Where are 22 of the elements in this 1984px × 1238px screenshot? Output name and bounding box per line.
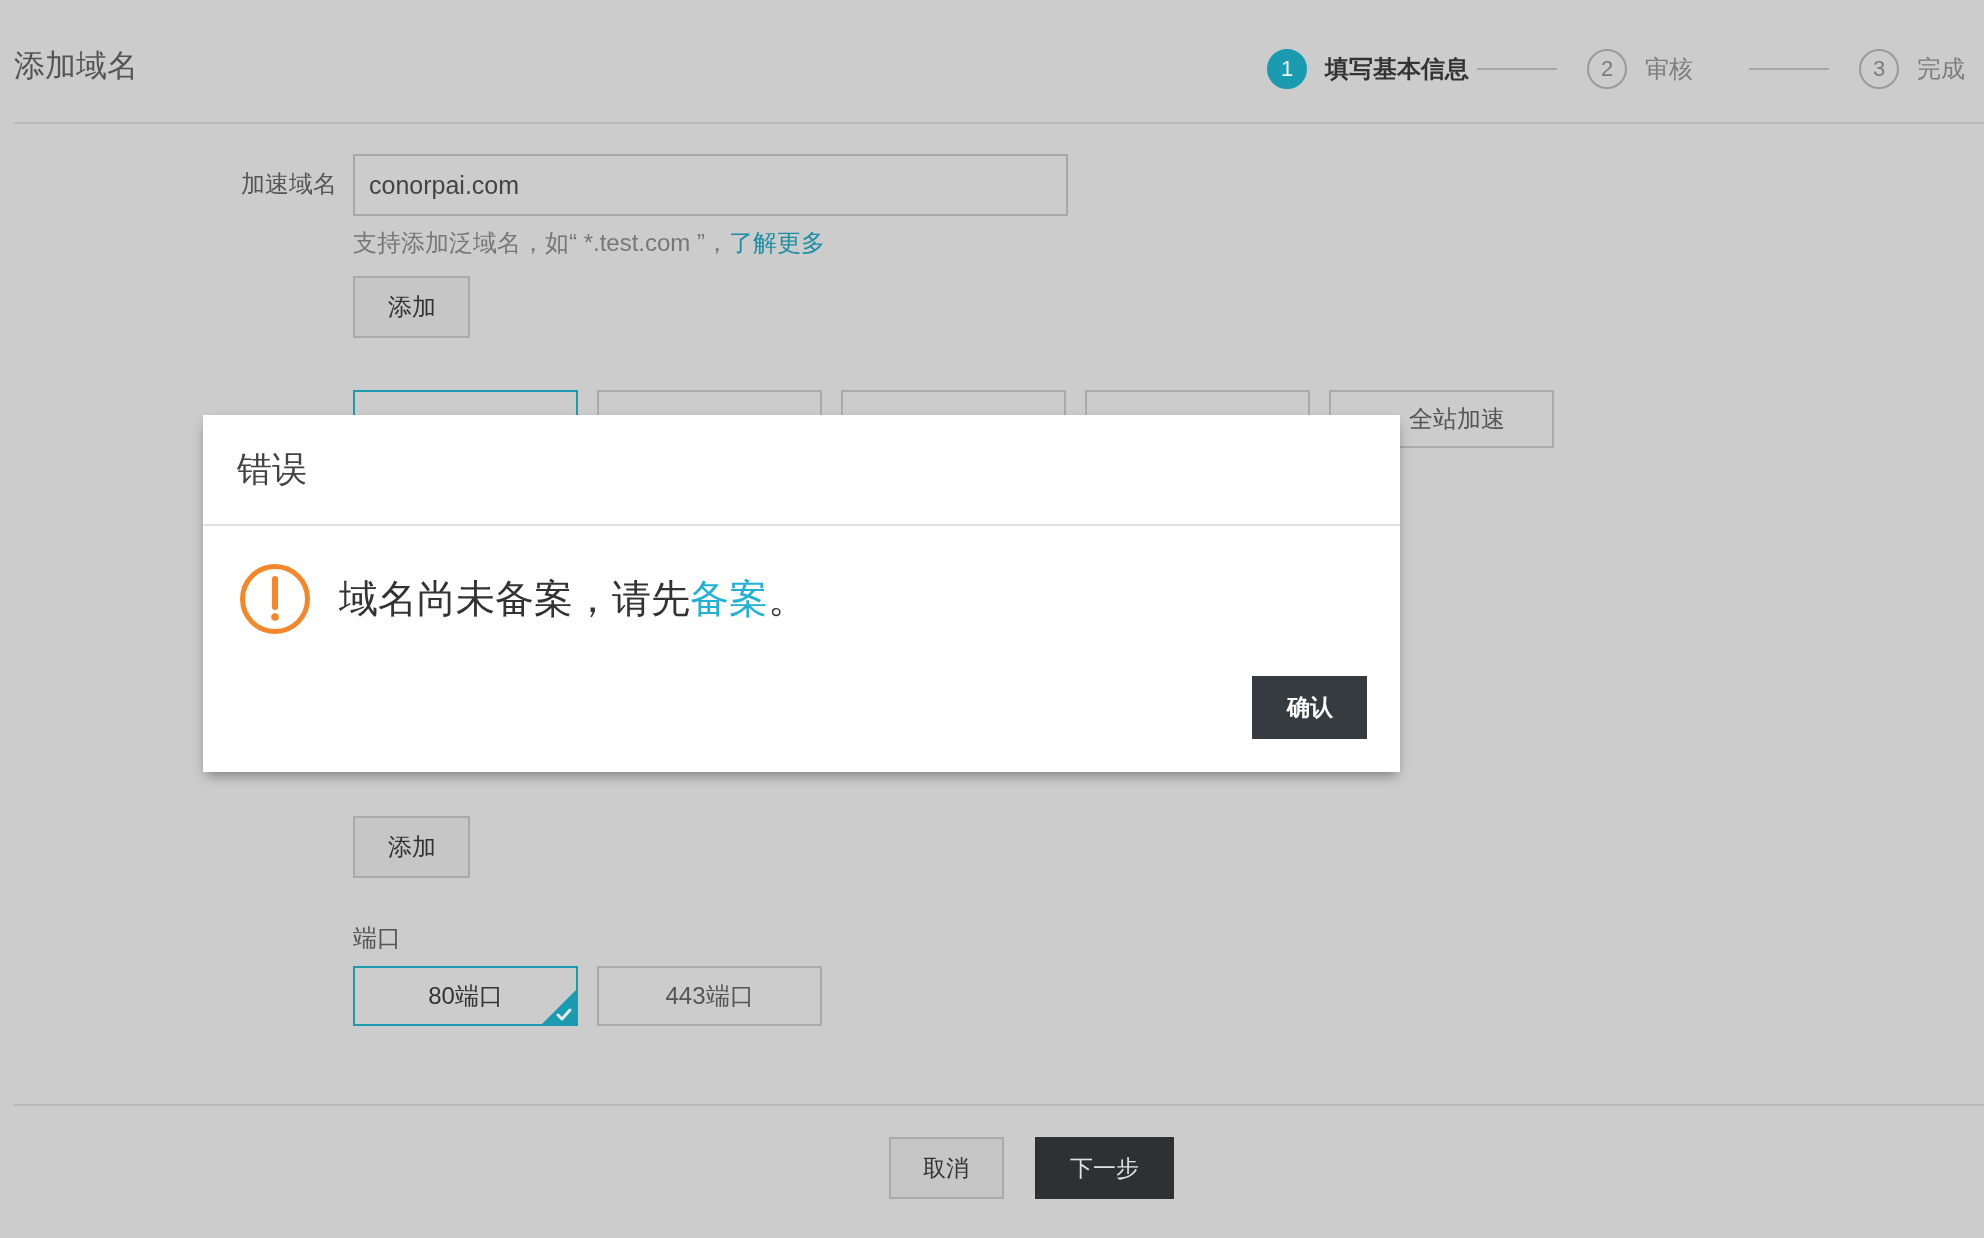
- cancel-button[interactable]: 取消: [888, 1137, 1004, 1199]
- port-option[interactable]: 80端口: [353, 966, 578, 1026]
- check-corner-icon: [542, 990, 576, 1024]
- page-title: 添加域名: [14, 47, 138, 85]
- add-button[interactable]: 添加: [353, 276, 470, 338]
- dialog-title: 错误: [237, 448, 307, 490]
- add-button[interactable]: 添加: [353, 816, 470, 878]
- step-number: 3: [1859, 49, 1899, 89]
- step-label: 完成: [1917, 55, 1965, 83]
- field-label: 加速域名: [241, 170, 337, 198]
- step-label: 审核: [1645, 55, 1694, 83]
- confirm-button[interactable]: 确认: [1252, 676, 1367, 739]
- step-number: 1: [1267, 49, 1307, 89]
- domain-input[interactable]: conorpai.com: [353, 154, 1068, 216]
- warning-icon: [240, 564, 310, 634]
- step-number: 2: [1587, 49, 1627, 89]
- error-message: 域名尚未备案，请先备案。: [339, 576, 807, 622]
- port-option[interactable]: 443端口: [597, 966, 822, 1026]
- hint-text: 支持添加泛域名，如“ *.test.com ”，了解更多: [353, 229, 826, 257]
- step-label: 填写基本信息: [1325, 55, 1469, 83]
- next-button[interactable]: 下一步: [1034, 1137, 1174, 1199]
- port-label: 端口: [353, 924, 401, 952]
